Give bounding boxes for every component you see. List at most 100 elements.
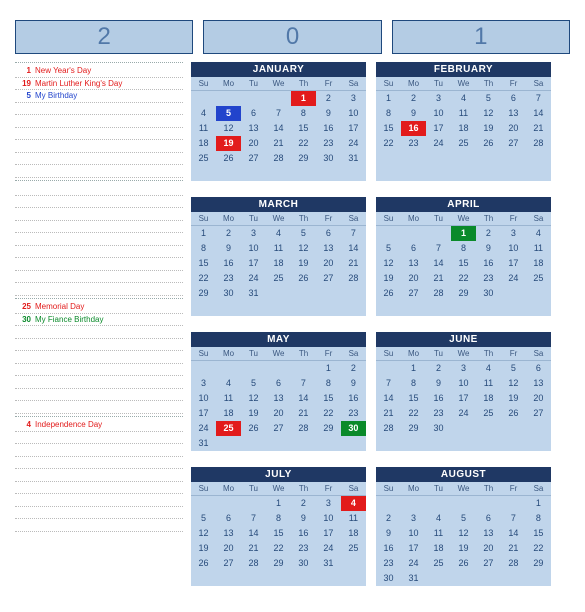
day-cell: 10 — [341, 106, 366, 121]
day-cell: 6 — [401, 241, 426, 256]
day-cell: 2 — [216, 226, 241, 241]
day-cell — [316, 286, 341, 301]
event-day: 19 — [15, 79, 35, 88]
day-cell: 13 — [316, 241, 341, 256]
day-cell: 7 — [501, 511, 526, 526]
day-cell — [341, 166, 366, 181]
day-cell: 26 — [501, 406, 526, 421]
day-cell — [216, 571, 241, 586]
day-cell: 5 — [451, 511, 476, 526]
day-cell — [241, 571, 266, 586]
day-cell: 1 — [316, 361, 341, 376]
day-cell: 9 — [291, 511, 316, 526]
weekday-label: Th — [291, 482, 316, 496]
day-cell: 11 — [526, 241, 551, 256]
day-cell: 14 — [291, 391, 316, 406]
weekday-label: Mo — [401, 347, 426, 361]
day-cell: 25 — [216, 421, 241, 436]
day-cell: 25 — [451, 136, 476, 151]
day-cell — [191, 166, 216, 181]
day-cell: 23 — [476, 271, 501, 286]
day-cell — [216, 436, 241, 451]
day-cell: 18 — [526, 256, 551, 271]
day-cell: 6 — [316, 226, 341, 241]
day-cell: 27 — [501, 136, 526, 151]
day-cell: 7 — [291, 376, 316, 391]
day-cell: 25 — [426, 556, 451, 571]
day-cell: 27 — [526, 406, 551, 421]
month-title: AUGUST — [376, 467, 551, 482]
event-line — [15, 153, 183, 166]
day-cell: 2 — [291, 496, 316, 511]
day-cell: 18 — [216, 406, 241, 421]
day-cell: 6 — [476, 511, 501, 526]
day-cell: 24 — [341, 136, 366, 151]
day-cell: 16 — [376, 541, 401, 556]
day-cell — [341, 571, 366, 586]
event-line: 25Memorial Day — [15, 301, 183, 314]
event-line — [15, 326, 183, 339]
day-cell: 22 — [376, 136, 401, 151]
day-cell — [266, 361, 291, 376]
day-cell — [526, 151, 551, 166]
day-cell: 12 — [501, 376, 526, 391]
day-cell — [451, 166, 476, 181]
day-cell: 21 — [526, 121, 551, 136]
day-cell — [526, 301, 551, 316]
day-cell: 9 — [341, 376, 366, 391]
day-cell: 6 — [216, 511, 241, 526]
month-title: MARCH — [191, 197, 366, 212]
days-grid: 1234567891011121314151617181920212223242… — [191, 226, 366, 316]
day-cell: 3 — [426, 91, 451, 106]
day-cell: 30 — [291, 556, 316, 571]
day-cell: 11 — [216, 391, 241, 406]
day-cell: 30 — [476, 286, 501, 301]
day-cell: 15 — [316, 391, 341, 406]
day-cell: 2 — [476, 226, 501, 241]
day-cell: 21 — [266, 136, 291, 151]
day-cell — [451, 421, 476, 436]
day-cell: 31 — [316, 556, 341, 571]
day-cell — [501, 421, 526, 436]
day-cell: 14 — [341, 241, 366, 256]
weekday-label: We — [451, 347, 476, 361]
day-cell: 22 — [291, 136, 316, 151]
weekday-label: Fr — [316, 347, 341, 361]
weekday-label: Mo — [216, 77, 241, 91]
day-cell: 21 — [291, 406, 316, 421]
event-line — [15, 258, 183, 271]
day-cell: 20 — [476, 541, 501, 556]
days-grid: 1234567891011121314151617181920212223242… — [191, 361, 366, 451]
day-cell — [501, 301, 526, 316]
month-title: MAY — [191, 332, 366, 347]
day-cell: 9 — [476, 241, 501, 256]
day-cell — [191, 361, 216, 376]
day-cell — [341, 556, 366, 571]
day-cell: 3 — [401, 511, 426, 526]
day-cell: 3 — [501, 226, 526, 241]
day-cell: 15 — [266, 526, 291, 541]
day-cell: 30 — [376, 571, 401, 586]
day-cell: 15 — [191, 256, 216, 271]
day-cell: 21 — [426, 271, 451, 286]
day-cell: 26 — [216, 151, 241, 166]
month-may: MAYSuMoTuWeThFrSa12345678910111213141516… — [191, 332, 366, 451]
day-cell — [426, 301, 451, 316]
day-cell: 3 — [451, 361, 476, 376]
day-cell: 16 — [341, 391, 366, 406]
month-march: MARCHSuMoTuWeThFrSa123456789101112131415… — [191, 197, 366, 316]
day-cell: 22 — [526, 541, 551, 556]
day-cell — [341, 301, 366, 316]
day-cell — [401, 301, 426, 316]
event-line: 30My Fiance Birthday — [15, 314, 183, 327]
day-cell — [266, 301, 291, 316]
day-cell: 18 — [191, 136, 216, 151]
day-cell: 24 — [191, 421, 216, 436]
day-cell: 28 — [341, 271, 366, 286]
weekday-label: Th — [291, 347, 316, 361]
day-cell — [401, 151, 426, 166]
weekday-label: Sa — [341, 347, 366, 361]
day-cell — [426, 496, 451, 511]
day-cell: 10 — [241, 241, 266, 256]
day-cell — [191, 301, 216, 316]
